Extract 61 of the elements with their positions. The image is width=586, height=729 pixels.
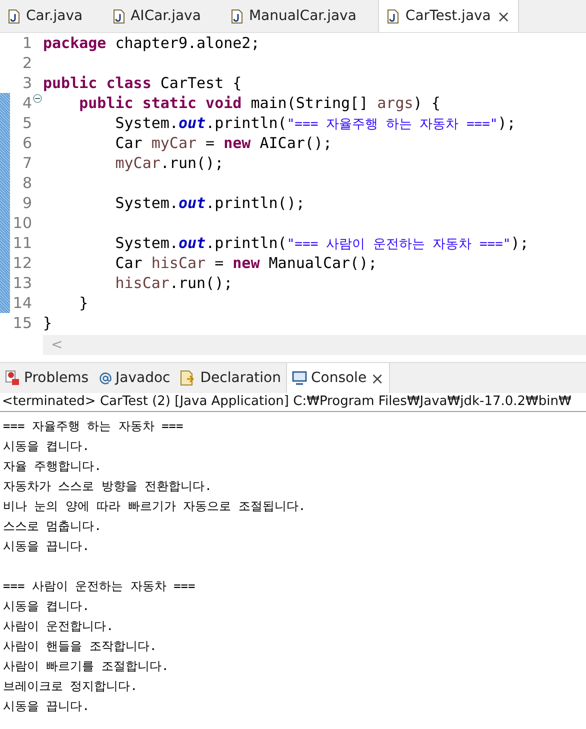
close-icon[interactable]: × xyxy=(496,6,510,26)
line-number: 7 xyxy=(21,154,32,172)
console-line: === 자율주행 하는 자동차 === xyxy=(3,418,184,435)
line-number: 3 xyxy=(21,74,32,92)
line-number: 1 xyxy=(21,34,32,52)
console-line: 시동을 켭니다. xyxy=(3,598,90,615)
editor-tab[interactable]: Car.java xyxy=(0,0,91,32)
code-line: public static void main(String[] args) { xyxy=(78,94,440,112)
line-number: 2 xyxy=(21,54,32,72)
console-line: 자율 주행합니다. xyxy=(3,458,102,475)
java-file-icon xyxy=(230,8,243,24)
at-sign-icon xyxy=(98,372,112,384)
line-number: 5 xyxy=(21,114,32,132)
code-line: package chapter9.alone2; xyxy=(42,34,260,52)
console-line: === 사람이 운전하는 자동차 === xyxy=(3,578,196,595)
editor-tab[interactable]: ManualCar.java xyxy=(222,0,364,32)
line-number: 15 xyxy=(12,314,32,332)
console-line: 자동차가 스스로 방향을 전환합니다. xyxy=(3,478,212,495)
fold-icon[interactable] xyxy=(33,94,42,103)
line-number: 10 xyxy=(12,214,32,232)
code-line: Car myCar = new AICar(); xyxy=(114,134,332,152)
close-icon[interactable]: × xyxy=(370,368,384,388)
java-file-icon xyxy=(8,8,20,24)
code-line: System.out.println(); xyxy=(114,194,305,212)
console-line: 사람이 운전합니다. xyxy=(3,618,114,635)
problems-icon xyxy=(5,370,20,386)
code-line: Car hisCar = new ManualCar(); xyxy=(114,254,378,272)
code-line: myCar.run(); xyxy=(114,154,224,172)
console-line: 시동을 켭니다. xyxy=(3,438,90,455)
line-number: 11 xyxy=(12,234,32,252)
line-number: 13 xyxy=(12,274,32,292)
console-header: <terminated> CarTest (2) [Java Application] C:₩Program Files₩Java₩jdk-17.0.2₩bin₩ xyxy=(0,393,586,412)
declaration-icon xyxy=(180,370,196,386)
code-line: System.out.println("=== 사람이 운전하는 자동차 ==="); xyxy=(114,234,529,252)
code-line: } xyxy=(42,314,52,332)
line-number: 6 xyxy=(21,134,32,152)
java-file-icon xyxy=(112,8,125,24)
console-line: 브레이크로 정지합니다. xyxy=(3,678,138,695)
line-number: 14 xyxy=(12,294,32,312)
console-line: 시동을 끕니다. xyxy=(3,538,90,555)
monitor-icon xyxy=(292,371,307,385)
line-number: 12 xyxy=(12,254,32,272)
line-number: 9 xyxy=(21,194,32,212)
line-number: 8 xyxy=(21,174,32,192)
code-line: System.out.println("=== 자율주행 하는 자동차 ==="); xyxy=(114,114,516,132)
console-line: 사람이 핸들을 조작합니다. xyxy=(3,638,157,655)
line-number: 4 xyxy=(21,94,32,112)
code-line: } xyxy=(78,294,88,312)
editor-tab[interactable]: CarTest.java × xyxy=(378,0,520,32)
view-tab[interactable]: Problems xyxy=(0,363,94,393)
view-tab[interactable]: Declaration xyxy=(175,363,286,393)
console-line: 사람이 빠르기를 조절합니다. xyxy=(3,658,169,675)
console-line: 스스로 멈춥니다. xyxy=(3,518,102,535)
java-file-icon xyxy=(387,8,400,24)
editor-tab[interactable]: AICar.java xyxy=(104,0,209,32)
view-tab[interactable]: Console × xyxy=(286,363,390,393)
code-line: public class CarTest { xyxy=(42,74,242,92)
console-line: 비나 눈의 양에 따라 빠르기가 자동으로 조절됩니다. xyxy=(3,498,306,515)
code-line: hisCar.run(); xyxy=(114,274,233,292)
view-tab[interactable]: Javadoc xyxy=(94,363,176,393)
console-line: 시동을 끕니다. xyxy=(3,698,90,715)
